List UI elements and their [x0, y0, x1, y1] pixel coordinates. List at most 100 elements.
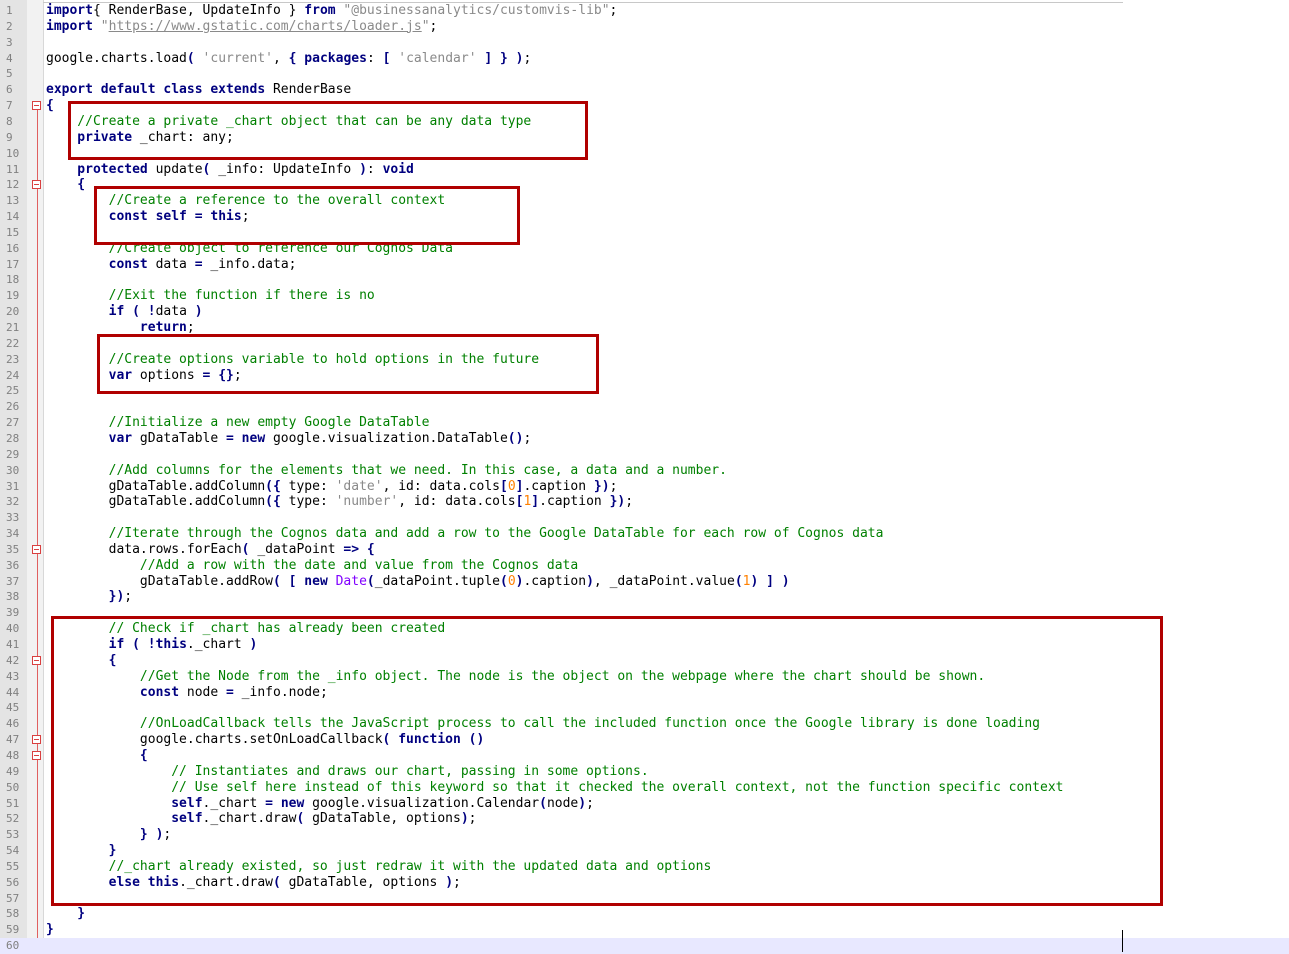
code-token: =	[226, 684, 234, 700]
code-token: ;	[625, 494, 634, 510]
code-line[interactable]: 15	[0, 225, 1289, 241]
code-text: //OnLoadCallback tells the JavaScript pr…	[46, 716, 1040, 732]
code-token: ._chart	[202, 795, 266, 811]
code-token: const	[46, 256, 148, 272]
code-line[interactable]: 40 // Check if _chart has already been c…	[0, 621, 1289, 637]
code-line[interactable]: 48 {	[0, 748, 1289, 764]
code-token: 0	[507, 573, 516, 589]
code-line[interactable]: 20 if ( !data )	[0, 304, 1289, 320]
code-line[interactable]: 38 });	[0, 589, 1289, 605]
code-line[interactable]: 13 //Create a reference to the overall c…	[0, 193, 1289, 209]
code-line[interactable]: 43 //Get the Node from the _info object.…	[0, 669, 1289, 685]
code-line[interactable]: 35 data.rows.forEach( _dataPoint => {	[0, 542, 1289, 558]
code-line[interactable]: 12 {	[0, 177, 1289, 193]
code-line[interactable]: 56 else this._chart.draw( gDataTable, op…	[0, 875, 1289, 891]
code-line[interactable]: 47 google.charts.setOnLoadCallback( func…	[0, 732, 1289, 748]
code-text: {	[46, 177, 85, 193]
code-line[interactable]: 45	[0, 700, 1289, 716]
code-token: ;	[468, 811, 477, 827]
code-line[interactable]: 44 const node = _info.node;	[0, 685, 1289, 701]
code-line[interactable]: 1 import{ RenderBase, UpdateInfo } from "…	[0, 3, 1289, 19]
code-line[interactable]: 57	[0, 891, 1289, 907]
code-token: this	[155, 637, 187, 652]
code-line[interactable]: 29	[0, 447, 1289, 463]
code-line[interactable]: 8 //Create a private _chart object that …	[0, 114, 1289, 130]
line-number: 8	[6, 114, 13, 128]
code-line[interactable]: 59}	[0, 922, 1289, 938]
line-number: 17	[6, 257, 20, 271]
code-line[interactable]: 46 //OnLoadCallback tells the JavaScript…	[0, 716, 1289, 732]
code-text: //Iterate through the Cognos data and ad…	[46, 526, 884, 542]
code-line[interactable]: 18	[0, 272, 1289, 288]
code-line[interactable]: 34 //Iterate through the Cognos data and…	[0, 526, 1289, 542]
code-editor[interactable]: 1 import{ RenderBase, UpdateInfo } from "…	[0, 0, 1289, 954]
code-line[interactable]: 9 private _chart: any;	[0, 130, 1289, 146]
code-token: )	[586, 573, 594, 589]
code-line[interactable]: 39	[0, 605, 1289, 621]
code-token: ( [	[272, 573, 297, 589]
fold-toggle-icon[interactable]	[32, 101, 41, 111]
code-line[interactable]: 32 gDataTable.addColumn({ type: 'number'…	[0, 494, 1289, 510]
code-token: ._chart.draw	[202, 811, 297, 827]
code-token: node	[179, 684, 227, 700]
code-line[interactable]: 3	[0, 35, 1289, 51]
code-token: const	[46, 684, 180, 700]
code-token: {	[46, 98, 54, 114]
line-number: 37	[6, 574, 20, 588]
code-line[interactable]: 58 }	[0, 906, 1289, 922]
code-line[interactable]: 52 self._chart.draw( gDataTable, options…	[0, 811, 1289, 827]
fold-toggle-icon[interactable]	[32, 735, 41, 745]
code-line[interactable]: 26	[0, 399, 1289, 415]
code-token: ;	[186, 320, 195, 335]
code-token: google.charts.load	[46, 50, 187, 66]
code-line[interactable]: 7{	[0, 98, 1289, 114]
code-line[interactable]: 17 const data = _info.data;	[0, 257, 1289, 273]
code-line[interactable]: 50 // Use self here instead of this keyw…	[0, 780, 1289, 796]
code-line[interactable]: 31 gDataTable.addColumn({ type: 'date', …	[0, 479, 1289, 495]
line-number: 46	[6, 717, 20, 731]
code-line[interactable]: 14 const self = this;	[0, 209, 1289, 225]
code-token: //Initialize a new empty Google DataTabl…	[46, 415, 430, 431]
code-line[interactable]: 37 gDataTable.addRow( [ new Date(_dataPo…	[0, 574, 1289, 590]
fold-toggle-icon[interactable]	[32, 655, 41, 665]
code-token: = {}	[202, 367, 234, 383]
code-line[interactable]: 51 self._chart = new google.visualizatio…	[0, 796, 1289, 812]
code-line[interactable]: 25	[0, 383, 1289, 399]
fold-toggle-icon[interactable]	[32, 180, 41, 190]
code-text: google.charts.load( 'current', { package…	[46, 51, 531, 67]
code-line[interactable]: 24 var options = {};	[0, 368, 1289, 384]
code-line[interactable]: 22	[0, 336, 1289, 352]
code-text: // Instantiates and draws our chart, pas…	[46, 764, 648, 780]
code-token: =	[265, 795, 273, 811]
code-line[interactable]: 19 //Exit the function if there is no	[0, 288, 1289, 304]
code-line[interactable]: 41 if ( !this._chart )	[0, 637, 1289, 653]
code-line[interactable]: 16 //Create object to reference our Cogn…	[0, 241, 1289, 257]
code-line[interactable]: 36 //Add a row with the date and value f…	[0, 558, 1289, 574]
code-line[interactable]: 23 //Create options variable to hold opt…	[0, 352, 1289, 368]
code-line[interactable]: 27 //Initialize a new empty Google DataT…	[0, 415, 1289, 431]
code-line[interactable]: 42 {	[0, 653, 1289, 669]
code-token: packages	[296, 50, 367, 66]
code-line[interactable]: 10	[0, 146, 1289, 162]
code-line[interactable]: 30 //Add columns for the elements that w…	[0, 463, 1289, 479]
code-token: RenderBase	[265, 82, 352, 98]
code-token: {	[46, 747, 148, 763]
code-line[interactable]: 6 export default class extends RenderBase	[0, 82, 1289, 98]
code-line[interactable]: 33	[0, 510, 1289, 526]
code-line[interactable]: 21 return;	[0, 320, 1289, 336]
fold-toggle-icon[interactable]	[32, 544, 41, 554]
code-token: )	[460, 811, 469, 827]
code-line[interactable]: 11 protected update( _info: UpdateInfo )…	[0, 162, 1289, 178]
code-line[interactable]: 53 } );	[0, 827, 1289, 843]
code-line[interactable]: 55 //_chart already existed, so just red…	[0, 859, 1289, 875]
code-token: (	[272, 874, 281, 890]
code-line[interactable]: 49 // Instantiates and draws our chart, …	[0, 764, 1289, 780]
code-line[interactable]: 54 }	[0, 843, 1289, 859]
code-line[interactable]: 4 google.charts.load( 'current', { packag…	[0, 51, 1289, 67]
code-line[interactable]: 28 var gDataTable = new google.visualiza…	[0, 431, 1289, 447]
code-token: 0	[507, 478, 516, 494]
line-number: 6	[6, 83, 13, 97]
code-line[interactable]: 2 import "https://www.gstatic.com/charts/…	[0, 19, 1289, 35]
code-line[interactable]: 5	[0, 66, 1289, 82]
fold-toggle-icon[interactable]	[32, 750, 41, 760]
